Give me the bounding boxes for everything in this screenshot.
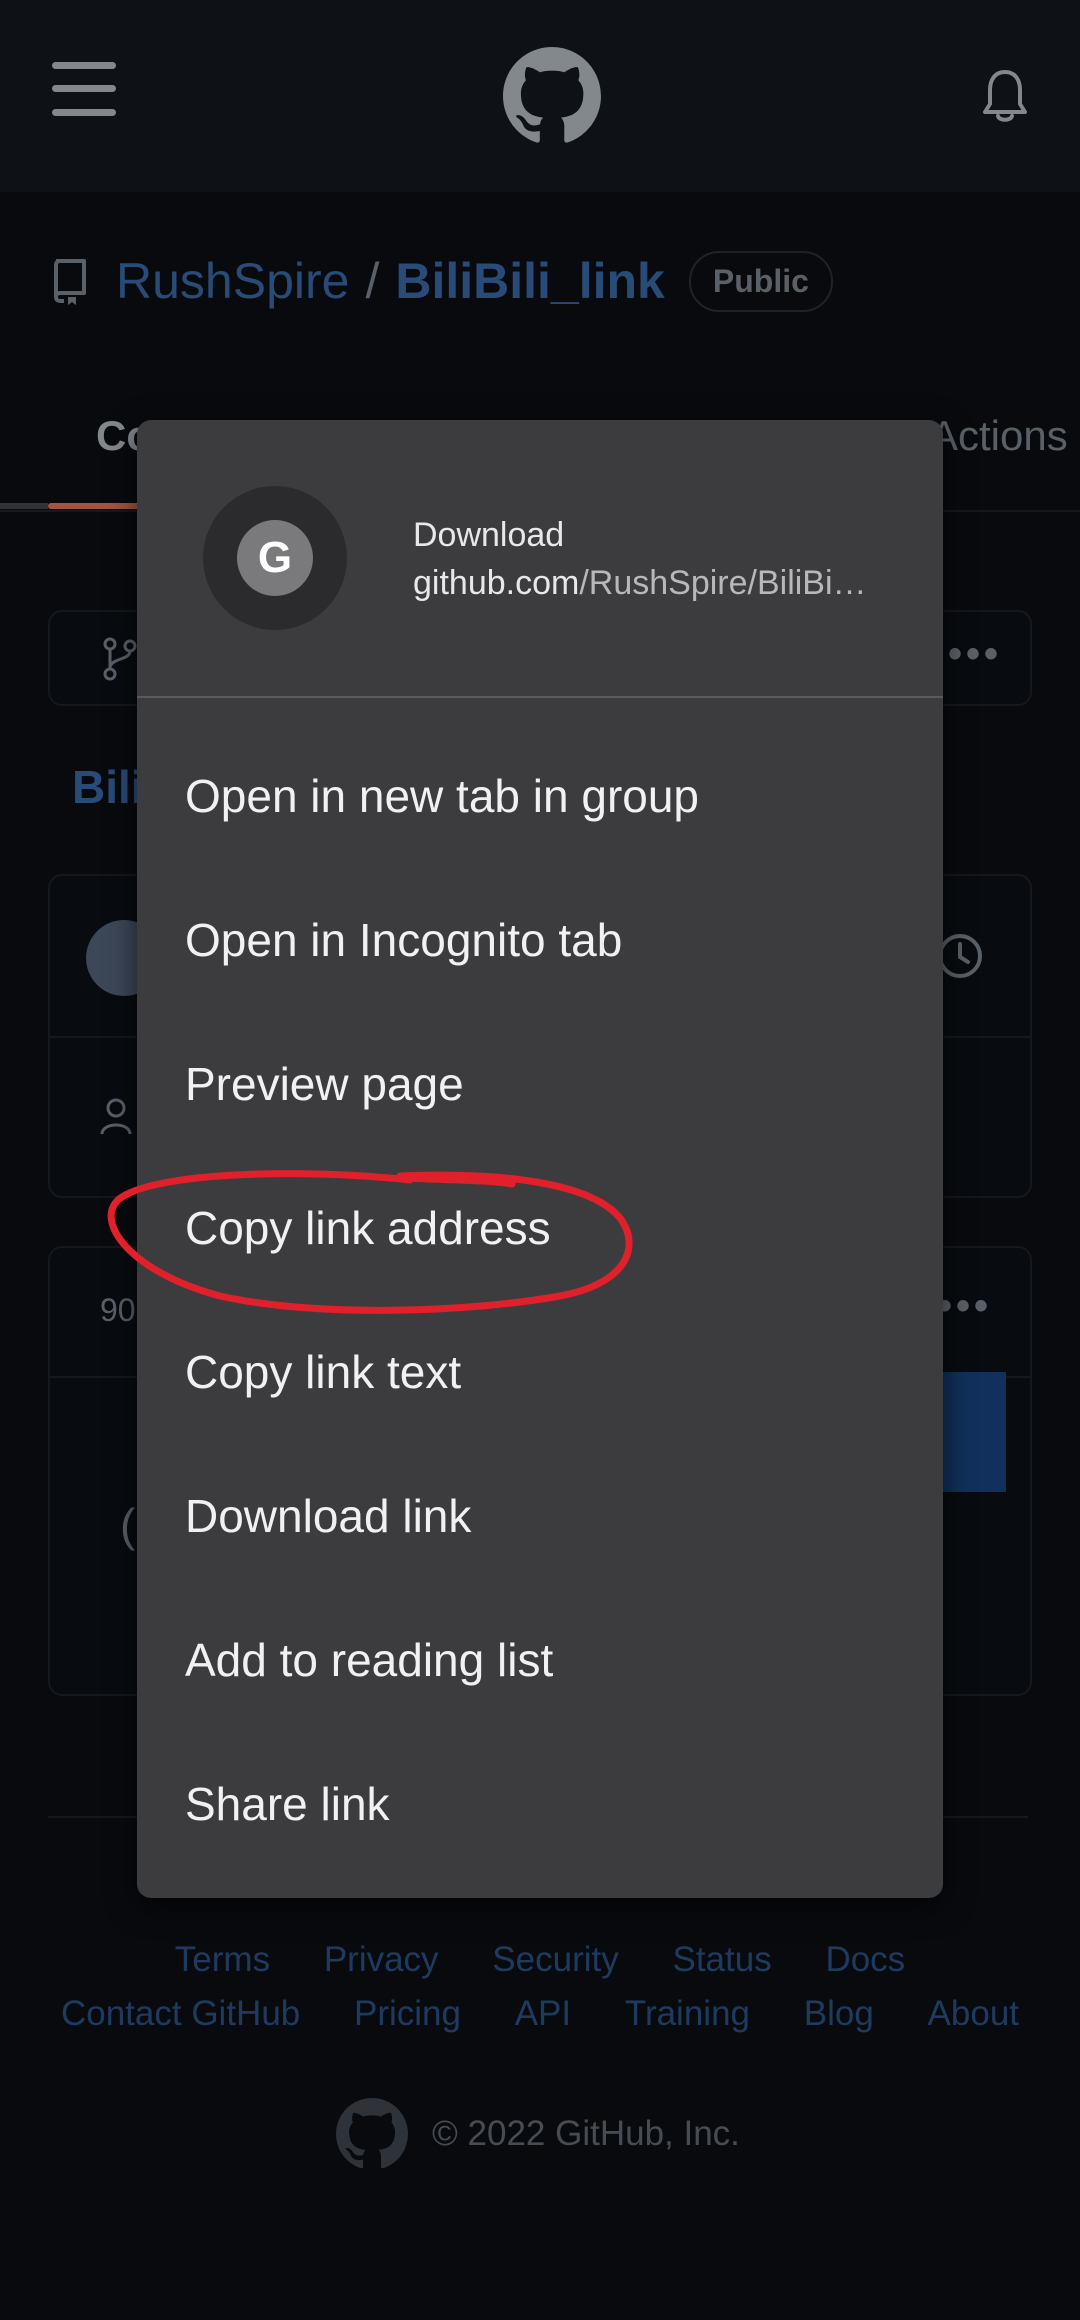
menu-item-copy-link-text[interactable]: Copy link text: [185, 1312, 905, 1432]
link-url-path: /RushSpire/BiliBi…: [579, 564, 867, 602]
menu-item-open-new-tab-in-group[interactable]: Open in new tab in group: [185, 736, 905, 856]
link-url: github.com/RushSpire/BiliBi…: [413, 564, 913, 603]
menu-item-share-link[interactable]: Share link: [185, 1744, 905, 1864]
menu-item-open-incognito-tab[interactable]: Open in Incognito tab: [185, 880, 905, 1000]
menu-item-preview-page[interactable]: Preview page: [185, 1024, 905, 1144]
link-context-menu: G Download github.com/RushSpire/BiliBi… …: [137, 420, 943, 1898]
menu-item-add-to-reading-list[interactable]: Add to reading list: [185, 1600, 905, 1720]
link-url-domain: github.com: [413, 564, 580, 602]
menu-item-download-link[interactable]: Download link: [185, 1456, 905, 1576]
context-menu-header: G Download github.com/RushSpire/BiliBi…: [137, 420, 943, 698]
menu-item-copy-link-address[interactable]: Copy link address: [185, 1168, 905, 1288]
link-title: Download: [413, 516, 565, 554]
favicon-letter: G: [237, 520, 313, 596]
site-favicon: G: [203, 486, 347, 630]
